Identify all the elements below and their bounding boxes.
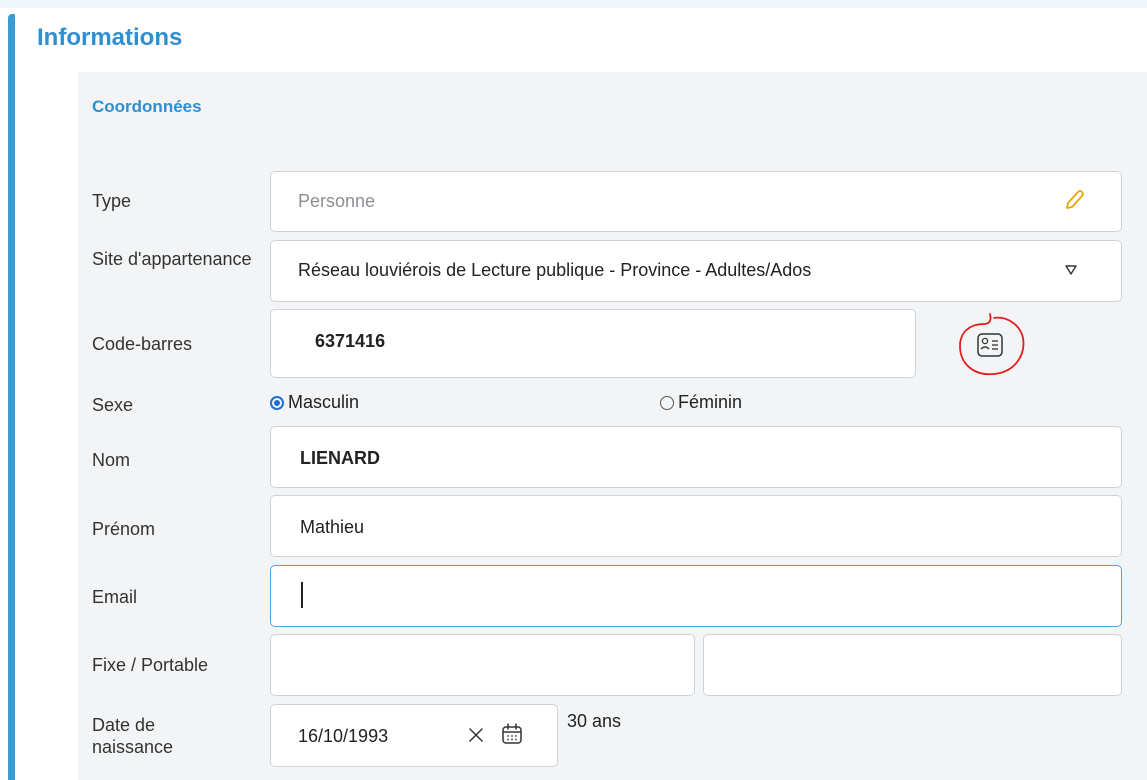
prenom-value: Mathieu bbox=[300, 517, 365, 537]
barcode-label: Code-barres bbox=[92, 334, 193, 354]
close-icon[interactable] bbox=[467, 726, 485, 744]
email-field[interactable] bbox=[270, 565, 1122, 627]
type-label: Type bbox=[92, 191, 132, 211]
age-text: 30 ans bbox=[567, 711, 622, 731]
section-title: Informations bbox=[37, 24, 183, 51]
nom-label: Nom bbox=[92, 450, 131, 470]
sexe-label: Sexe bbox=[92, 395, 134, 415]
radio-checked-icon bbox=[270, 395, 284, 410]
nom-value: LIENARD bbox=[300, 448, 380, 468]
barcode-value: 6371416 bbox=[315, 331, 386, 351]
pencil-icon[interactable] bbox=[1063, 188, 1085, 212]
prenom-field[interactable] bbox=[270, 495, 1122, 557]
site-value: Réseau louviérois de Lecture publique - … bbox=[298, 260, 812, 280]
calendar-icon[interactable] bbox=[500, 722, 524, 746]
prenom-label: Prénom bbox=[92, 519, 156, 539]
triangle-down-icon[interactable] bbox=[1063, 262, 1079, 278]
nom-field[interactable] bbox=[270, 426, 1122, 488]
phones-label: Fixe / Portable bbox=[92, 655, 209, 675]
type-value: Personne bbox=[298, 191, 376, 211]
radio-masculin-label: Masculin bbox=[288, 392, 360, 412]
radio-masculin[interactable]: Masculin bbox=[270, 392, 359, 413]
radio-feminin[interactable]: Féminin bbox=[660, 392, 742, 413]
radio-feminin-label: Féminin bbox=[678, 392, 743, 412]
radio-unchecked-icon bbox=[660, 395, 674, 410]
top-strip bbox=[0, 0, 1147, 8]
section-accent-bar bbox=[8, 14, 15, 780]
text-caret bbox=[301, 582, 303, 608]
portable-field[interactable] bbox=[703, 634, 1122, 696]
birth-label: Date de naissance bbox=[92, 715, 174, 757]
type-field[interactable] bbox=[270, 171, 1122, 232]
fixe-field[interactable] bbox=[270, 634, 695, 696]
birth-value: 16/10/1993 bbox=[298, 726, 389, 746]
id-card-icon[interactable] bbox=[954, 312, 1030, 378]
email-label: Email bbox=[92, 587, 138, 607]
site-label: Site d'appartenance bbox=[92, 249, 252, 269]
panel-subtitle: Coordonnées bbox=[92, 97, 202, 116]
